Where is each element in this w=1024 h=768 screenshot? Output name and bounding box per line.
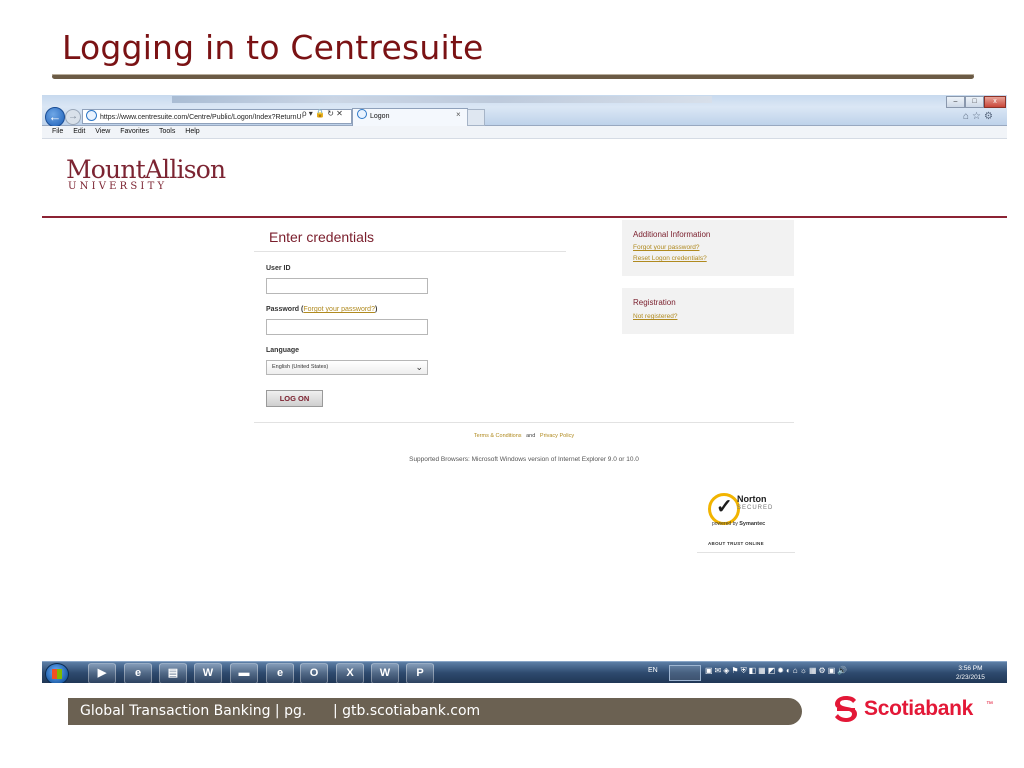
menu-favorites[interactable]: Favorites (120, 128, 149, 135)
maximize-button[interactable]: □ (965, 96, 984, 108)
reset-credentials-link[interactable]: Reset Logon credentials? (633, 255, 707, 262)
internet-explorer-icon[interactable]: e (124, 663, 152, 683)
footer-divider (254, 422, 794, 423)
slide-title: Logging in to Centresuite (62, 28, 484, 67)
paren-close: ) (374, 306, 378, 313)
excel-icon[interactable]: X (336, 663, 364, 683)
forward-button[interactable]: → (65, 109, 81, 125)
home-favorites-settings-icons[interactable]: ⌂☆⚙ (963, 111, 996, 122)
internet-explorer-active-icon[interactable]: e (266, 663, 294, 683)
ie-tab-icon (357, 109, 367, 119)
menu-help[interactable]: Help (185, 128, 199, 135)
browser-screenshot: ← → https://www.centresuite.com/Centre/P… (42, 95, 1007, 683)
clock-time: 3:56 PM (958, 665, 983, 672)
password-label-row: Password (Forgot your password?) (266, 306, 377, 313)
address-tools[interactable]: ρ ▾ 🔒 ↻ ✕ (302, 109, 343, 118)
address-url: https://www.centresuite.com/Centre/Publi… (100, 114, 302, 121)
menu-file[interactable]: File (52, 128, 63, 135)
about-trust-online-link[interactable]: ABOUT TRUST ONLINE (708, 541, 764, 546)
norton-secured-text: SECURED (737, 505, 774, 511)
ie-page-icon (86, 110, 97, 121)
window-caption-blur (172, 96, 712, 103)
university-logo-name: MountAllison (66, 155, 226, 184)
back-button[interactable]: ← (45, 107, 65, 127)
scotiabank-logo-icon (835, 696, 857, 722)
menu-view[interactable]: View (95, 128, 110, 135)
windows-logo-icon (52, 669, 62, 679)
credentials-heading: Enter credentials (269, 229, 375, 245)
scotiabank-wordmark: Scotiabank (864, 697, 974, 720)
network-meter[interactable] (669, 665, 701, 681)
clock-date: 2/23/2015 (956, 674, 985, 681)
language-label: Language (266, 347, 300, 354)
media-player-icon[interactable]: ▶ (88, 663, 116, 683)
user-id-label: User ID (266, 265, 291, 272)
system-tray-icons[interactable]: ▣✉◈⚑⛨◧▦◩✹◐⌂☼▦⚙▣🔊 (705, 666, 849, 676)
log-on-button[interactable]: LOG ON (266, 390, 323, 407)
menu-tools[interactable]: Tools (159, 128, 175, 135)
new-tab-button[interactable] (467, 109, 485, 126)
norton-divider (697, 552, 795, 553)
university-logo-subtitle: UNIVERSITY (68, 181, 168, 192)
menu-edit[interactable]: Edit (73, 128, 85, 135)
registration-panel (622, 288, 794, 334)
footer-right-text: | gtb.scotiabank.com (333, 703, 481, 719)
heading-divider (254, 251, 566, 252)
header-divider (42, 216, 1007, 218)
supported-browsers-note: Supported Browsers: Microsoft Windows ve… (409, 456, 639, 463)
norton-powered-by: powered by Symantec (712, 521, 765, 527)
user-id-input[interactable] (266, 278, 428, 294)
password-input[interactable] (266, 319, 428, 335)
symantec-text: Symantec (739, 521, 766, 527)
powered-by-text: powered by (712, 521, 738, 527)
close-button[interactable]: x (984, 96, 1006, 108)
not-registered-link[interactable]: Not registered? (633, 313, 677, 320)
minimize-button[interactable]: – (946, 96, 965, 108)
title-underline-highlight (52, 74, 974, 75)
tab-logon[interactable]: Logon (352, 108, 468, 126)
system-clock[interactable]: 3:56 PM 2/23/2015 (956, 664, 985, 682)
powerpoint-icon[interactable]: P (406, 663, 434, 683)
tab-close-icon[interactable]: × (456, 110, 461, 119)
privacy-link[interactable]: Privacy Policy (540, 433, 574, 439)
registration-title: Registration (633, 298, 676, 307)
word-document-icon[interactable]: W (371, 663, 399, 683)
norton-brand: Norton (737, 494, 767, 504)
and-text: and (526, 433, 536, 439)
footer-links: Terms & Conditions and Privacy Policy (254, 433, 794, 439)
terms-link[interactable]: Terms & Conditions (474, 433, 522, 439)
file-explorer-icon[interactable]: ▤ (159, 663, 187, 683)
language-value: English (United States) (272, 364, 329, 370)
tab-title: Logon (370, 113, 390, 120)
forgot-password-link[interactable]: Forgot your password? (633, 244, 699, 251)
input-language[interactable]: EN (648, 667, 658, 674)
forgot-password-link-inline[interactable]: Forgot your password? (303, 306, 375, 313)
additional-info-title: Additional Information (633, 230, 711, 239)
trademark-symbol: ™ (986, 701, 993, 708)
word-icon[interactable]: W (194, 663, 222, 683)
windows-taskbar: ▶ e ▤ W ▬ e O X W P EN ▣✉◈⚑⛨◧▦◩✹◐⌂☼▦⚙▣🔊 … (42, 661, 1007, 683)
footer-left-text: Global Transaction Banking | pg. (80, 703, 307, 719)
menu-bar: File Edit View Favorites Tools Help (42, 126, 1007, 139)
window-controls: – □ x (946, 96, 1006, 108)
password-label: Password (266, 306, 300, 313)
language-select[interactable]: English (United States) ⌄ (266, 360, 428, 375)
start-button[interactable] (45, 663, 69, 683)
command-prompt-icon[interactable]: ▬ (230, 663, 258, 683)
outlook-icon[interactable]: O (300, 663, 328, 683)
chevron-down-icon: ⌄ (415, 362, 423, 372)
